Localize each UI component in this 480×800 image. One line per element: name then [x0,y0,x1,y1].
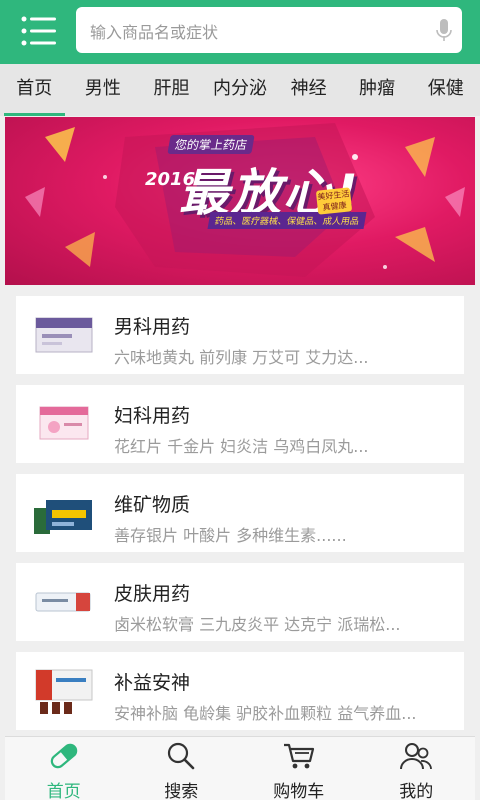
menu-icon[interactable] [20,14,58,48]
vitamin-box-icon [34,490,92,534]
tab-male[interactable]: 男性 [69,64,138,116]
tab-oncology[interactable]: 肿瘤 [343,64,412,116]
card-title: 皮肤用药 [114,583,191,605]
banner-badge: 美好生活 真健康 [315,187,353,215]
promo-banner[interactable]: 您的掌上药店 2016 最放心! 药品、医疗器械、保健品、成人用品 美好生活 真… [5,117,475,285]
banner-subtitle: 药品、医疗器械、保健品、成人用品 [207,212,367,229]
nav-label: 购物车 [273,782,325,800]
category-tabs: 首页 男性 肝胆 内分泌 神经 肿瘤 保健 [0,64,480,116]
category-card-tonic[interactable]: 补益安神 安神补脑 龟龄集 驴胶补血颗粒 益气养血... [16,652,464,730]
search-placeholder: 输入商品名或症状 [90,23,219,42]
bottom-nav: 首页 搜索 购物车 我的 [5,736,475,800]
card-desc: 花红片 千金片 妇炎洁 乌鸡白凤丸... [114,437,369,456]
card-desc: 六味地黄丸 前列康 万艾可 艾力达... [114,348,369,367]
tab-home[interactable]: 首页 [0,64,69,116]
nav-home[interactable]: 首页 [5,737,123,800]
microphone-icon[interactable] [436,19,452,43]
card-title: 维矿物质 [114,494,191,516]
category-card-skin[interactable]: 皮肤用药 卤米松软膏 三九皮炎平 达克宁 派瑞松... [16,563,464,641]
pill-icon [50,743,77,769]
category-card-female[interactable]: 妇科用药 花红片 千金片 妇炎洁 乌鸡白凤丸... [16,385,464,463]
nav-label: 搜索 [164,782,199,800]
card-title: 妇科用药 [114,405,191,427]
tab-health[interactable]: 保健 [411,64,480,116]
nav-search[interactable]: 搜索 [123,737,241,800]
card-desc: 卤米松软膏 三九皮炎平 达克宁 派瑞松... [114,615,401,634]
nav-label: 我的 [399,782,434,800]
user-icon [400,743,433,770]
tab-neuro[interactable]: 神经 [274,64,343,116]
card-title: 男科用药 [114,316,191,338]
search-icon [168,742,195,770]
banner-tag: 您的掌上药店 [167,135,255,154]
app-header: 输入商品名或症状 [0,0,480,64]
card-desc: 安神补脑 龟龄集 驴胶补血颗粒 益气养血... [114,704,417,723]
category-card-male[interactable]: 男科用药 六味地黄丸 前列康 万艾可 艾力达... [16,296,464,374]
card-desc: 善存银片 叶酸片 多种维生素...... [114,526,347,545]
nav-cart[interactable]: 购物车 [240,737,358,800]
cart-icon [283,743,314,769]
tab-endocrine[interactable]: 内分泌 [206,64,275,116]
category-card-vitamin[interactable]: 维矿物质 善存银片 叶酸片 多种维生素...... [16,474,464,552]
tab-liver[interactable]: 肝胆 [137,64,206,116]
nav-label: 首页 [46,782,81,800]
female-medicine-box-icon [39,406,89,440]
nav-profile[interactable]: 我的 [358,737,476,800]
ointment-tube-icon [35,592,91,612]
tonic-box-icon [35,669,93,714]
search-input[interactable]: 输入商品名或症状 [76,7,462,53]
card-title: 补益安神 [114,672,191,694]
male-medicine-box-icon [35,317,93,353]
